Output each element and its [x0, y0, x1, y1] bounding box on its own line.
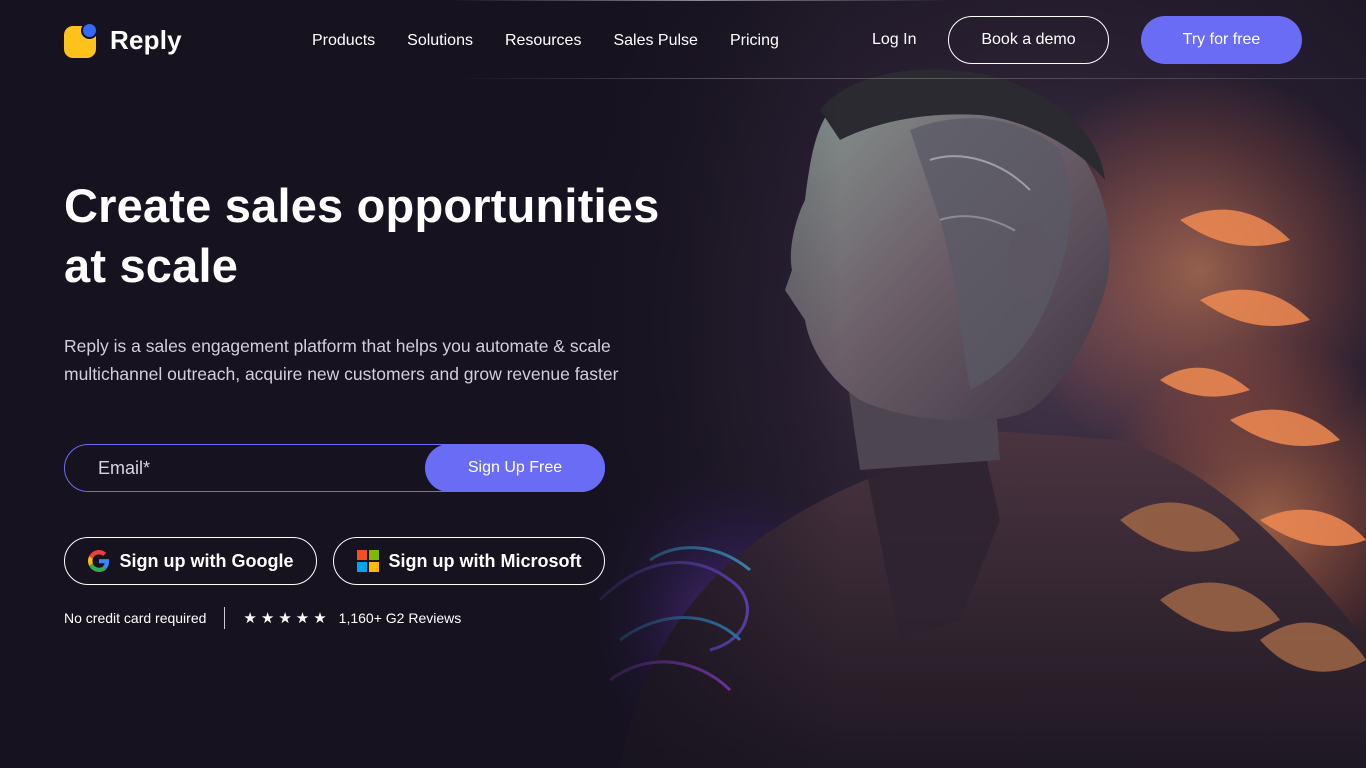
nav-item-resources[interactable]: Resources	[505, 32, 581, 50]
brand-name: Reply	[110, 24, 182, 55]
page-title: Create sales opportunities at scale	[64, 179, 660, 292]
microsoft-icon	[356, 550, 379, 572]
logo-icon	[64, 22, 98, 58]
reviews-count[interactable]: 1,160+ G2 Reviews	[339, 610, 462, 626]
nav-item-solutions[interactable]: Solutions	[407, 32, 473, 50]
hero-illustration	[560, 0, 1366, 768]
divider	[224, 607, 226, 629]
book-demo-button[interactable]: Book a demo	[948, 16, 1109, 64]
no-credit-card-text: No credit card required	[64, 610, 207, 626]
brand-logo[interactable]: Reply	[64, 22, 182, 58]
signup-form: Sign Up Free	[64, 444, 605, 492]
trust-bar: No credit card required ★ ★ ★ ★ ★ 1,160+…	[64, 606, 461, 630]
google-icon	[87, 550, 109, 572]
star-icon: ★	[260, 609, 275, 627]
microsoft-signup-button[interactable]: Sign up with Microsoft	[333, 537, 605, 585]
google-signup-label: Sign up with Google	[119, 550, 294, 571]
nav-item-products[interactable]: Products	[312, 32, 375, 50]
email-input[interactable]	[66, 446, 426, 490]
site-header: Reply Products Solutions Resources Sales…	[0, 0, 1366, 80]
nav-item-sales-pulse[interactable]: Sales Pulse	[613, 32, 698, 50]
sign-up-free-button[interactable]: Sign Up Free	[425, 444, 605, 492]
star-icon: ★	[243, 609, 257, 627]
main-nav: Products Solutions Resources Sales Pulse…	[312, 28, 779, 54]
star-icon: ★	[295, 609, 310, 627]
nav-item-pricing[interactable]: Pricing	[730, 32, 779, 50]
login-link[interactable]: Log In	[872, 31, 916, 49]
rating-stars: ★ ★ ★ ★ ★	[243, 611, 326, 626]
google-signup-button[interactable]: Sign up with Google	[64, 537, 317, 585]
microsoft-signup-label: Sign up with Microsoft	[388, 550, 582, 571]
try-free-button[interactable]: Try for free	[1141, 16, 1302, 64]
hero-subtitle: Reply is a sales engagement platform tha…	[64, 336, 619, 384]
star-icon: ★	[278, 609, 292, 627]
star-icon: ★	[313, 609, 327, 627]
